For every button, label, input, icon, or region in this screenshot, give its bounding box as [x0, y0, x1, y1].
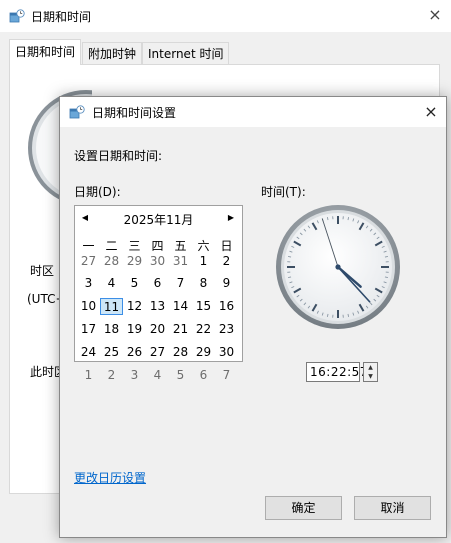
date-label: 日期(D):: [74, 185, 121, 199]
clock-minute-tick: [326, 313, 329, 317]
dialog-title-bar: 日期和时间设置 ×: [60, 97, 446, 127]
weekday-label: 三: [128, 239, 141, 253]
calendar-day[interactable]: 15: [192, 298, 215, 315]
clock-minute-tick: [347, 313, 350, 317]
weekday-label: 二: [105, 239, 118, 253]
clock-minute-tick: [288, 276, 292, 279]
timezone-label: 时区: [30, 264, 55, 278]
calendar-day[interactable]: 3: [77, 275, 100, 292]
time-spinner[interactable]: ▲ ▼: [363, 362, 378, 382]
calendar-day[interactable]: 21: [169, 321, 192, 338]
close-icon[interactable]: ×: [420, 101, 442, 123]
weekday-label: 日: [220, 239, 233, 253]
calendar-day[interactable]: 29: [192, 344, 215, 361]
calendar-day[interactable]: 18: [100, 321, 123, 338]
calendar-day[interactable]: 14: [169, 298, 192, 315]
clock-minute-tick: [347, 217, 350, 221]
datetime-app-icon: [69, 105, 85, 119]
cancel-button[interactable]: 取消: [354, 496, 431, 520]
calendar-day[interactable]: 31: [169, 253, 192, 270]
calendar-day[interactable]: 6: [146, 275, 169, 292]
calendar-day[interactable]: 8: [192, 275, 215, 292]
clock-minute-tick: [326, 217, 329, 221]
calendar-day[interactable]: 16: [215, 298, 238, 315]
time-input-value[interactable]: 16:22:57: [310, 365, 368, 379]
calendar-day[interactable]: 9: [215, 275, 238, 292]
calendar-day[interactable]: 29: [123, 253, 146, 270]
calendar-day[interactable]: 13: [146, 298, 169, 315]
calendar-day[interactable]: 30: [215, 344, 238, 361]
tab-additional-clocks[interactable]: 附加时钟: [82, 42, 143, 64]
weekday-label: 四: [151, 239, 164, 253]
calendar-day[interactable]: 2: [215, 253, 238, 270]
calendar-day[interactable]: 7: [215, 367, 238, 384]
time-label: 时间(T):: [261, 185, 306, 199]
instruction-text: 设置日期和时间:: [74, 149, 163, 163]
calendar-day[interactable]: 2: [100, 367, 123, 384]
ok-button[interactable]: 确定: [265, 496, 342, 520]
calendar-day[interactable]: 28: [100, 253, 123, 270]
calendar-day[interactable]: 19: [123, 321, 146, 338]
calendar-day[interactable]: 20: [146, 321, 169, 338]
calendar-day[interactable]: 27: [77, 253, 100, 270]
calendar-day[interactable]: 7: [169, 275, 192, 292]
spin-down-icon[interactable]: ▼: [364, 372, 377, 381]
calendar-day[interactable]: 25: [100, 344, 123, 361]
calendar-day[interactable]: 1: [192, 253, 215, 270]
prev-month-icon[interactable]: ◀: [80, 213, 90, 222]
calendar-day[interactable]: 11: [100, 298, 123, 315]
spin-up-icon[interactable]: ▲: [364, 363, 377, 372]
calendar-day[interactable]: 24: [77, 344, 100, 361]
calendar-day[interactable]: 5: [169, 367, 192, 384]
calendar-day[interactable]: 26: [123, 344, 146, 361]
dialog-title: 日期和时间设置: [92, 106, 177, 120]
close-icon[interactable]: ×: [424, 4, 446, 26]
calendar-day[interactable]: 12: [123, 298, 146, 315]
title-bar: 日期和时间 ×: [0, 0, 451, 32]
analog-clock: [276, 205, 400, 329]
calendar-day[interactable]: 27: [146, 344, 169, 361]
calendar-day[interactable]: 28: [169, 344, 192, 361]
calendar-day[interactable]: 17: [77, 321, 100, 338]
calendar-day[interactable]: 23: [215, 321, 238, 338]
change-calendar-settings-link[interactable]: 更改日历设置: [74, 469, 146, 486]
calendar-day[interactable]: 22: [192, 321, 215, 338]
clock-minute-tick: [288, 255, 292, 258]
calendar-day[interactable]: 1: [77, 367, 100, 384]
datetime-app-icon: [9, 9, 25, 23]
calendar-month-title[interactable]: 2025年11月: [95, 211, 222, 228]
weekday-label: 五: [174, 239, 187, 253]
window-title: 日期和时间: [31, 10, 92, 24]
month-calendar[interactable]: ◀ 2025年11月 ▶ 一二三四五六日 27 28 29 30 31 1 2 3 4 5 6 7 8 9…: [74, 205, 243, 382]
clock-minute-tick: [384, 276, 388, 279]
calendar-day[interactable]: 4: [100, 275, 123, 292]
calendar-day[interactable]: 30: [146, 253, 169, 270]
tab-internet-time[interactable]: Internet 时间: [142, 42, 230, 64]
calendar-day[interactable]: 10: [77, 298, 100, 315]
date-time-settings-dialog: 日期和时间设置 × 设置日期和时间: 日期(D): 时间(T): ◀ 2025年…: [59, 96, 447, 538]
calendar-day[interactable]: 4: [146, 367, 169, 384]
clock-minute-tick: [384, 255, 388, 258]
next-month-icon[interactable]: ▶: [226, 213, 236, 222]
tab-date-and-time[interactable]: 日期和时间: [9, 39, 82, 65]
weekday-label: 六: [197, 239, 210, 253]
calendar-day[interactable]: 3: [123, 367, 146, 384]
calendar-day[interactable]: 6: [192, 367, 215, 384]
calendar-day[interactable]: 5: [123, 275, 146, 292]
weekday-label: 一: [82, 239, 95, 253]
